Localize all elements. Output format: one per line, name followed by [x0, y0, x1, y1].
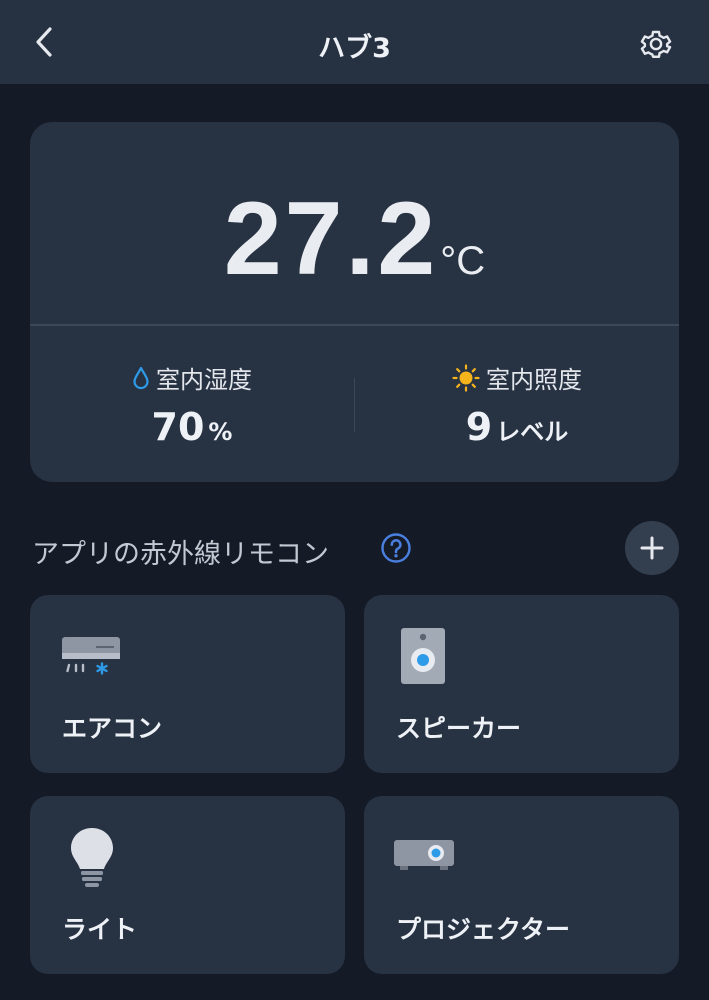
sensor-card: 27.2°C 室内湿度 70% 室内照度 9 レベル	[30, 122, 679, 482]
remote-label: ライト	[62, 915, 138, 944]
temperature-display: 27.2°C	[30, 180, 679, 299]
humidity-stat: 室内湿度 70%	[30, 360, 354, 449]
section-title: アプリの赤外線リモコン	[32, 539, 329, 570]
gear-icon	[640, 30, 672, 58]
remote-label: プロジェクター	[396, 915, 571, 944]
add-remote-button[interactable]	[625, 521, 679, 575]
light-bulb-icon	[71, 828, 113, 887]
speaker-icon	[401, 628, 445, 684]
plus-icon	[640, 536, 664, 560]
illuminance-label: 室内照度	[486, 366, 582, 394]
temperature-value: 27.2	[223, 181, 439, 297]
help-circle-icon	[381, 533, 411, 563]
settings-button[interactable]	[636, 24, 676, 64]
humidity-value: 70	[151, 405, 205, 449]
temperature-unit: °C	[440, 239, 486, 283]
remote-card-speaker[interactable]: スピーカー	[364, 595, 679, 773]
remote-label: スピーカー	[396, 714, 522, 743]
water-drop-icon	[133, 366, 149, 389]
illuminance-stat: 室内照度 9 レベル	[355, 360, 679, 449]
remote-card-projector[interactable]: プロジェクター	[364, 796, 679, 974]
remote-card-light[interactable]: ライト	[30, 796, 345, 974]
projector-icon	[394, 840, 454, 870]
sun-icon	[452, 363, 480, 392]
divider	[30, 324, 679, 326]
humidity-label: 室内湿度	[156, 366, 252, 394]
remote-label: エアコン	[62, 714, 163, 743]
illuminance-unit: レベル	[496, 418, 569, 446]
top-bar: ハブ3	[0, 0, 709, 84]
help-button[interactable]	[380, 532, 412, 564]
page-title: ハブ3	[318, 33, 391, 64]
illuminance-value: 9	[465, 405, 493, 449]
air-conditioner-icon	[62, 637, 120, 675]
humidity-unit: %	[208, 418, 233, 446]
remote-card-aircon[interactable]: エアコン	[30, 595, 345, 773]
